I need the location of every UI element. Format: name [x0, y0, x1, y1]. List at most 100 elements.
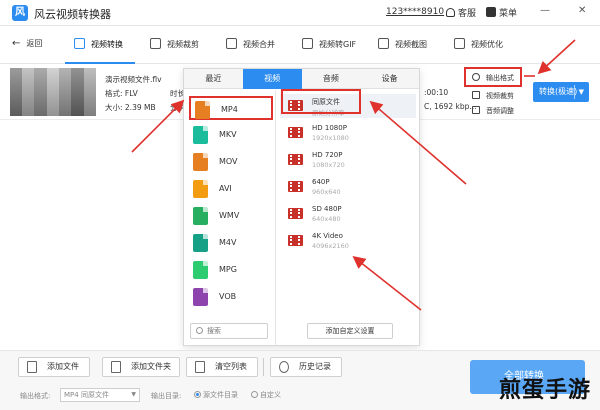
tab-label: 视频截图: [395, 40, 427, 49]
tab-video[interactable]: 视频: [242, 69, 302, 89]
format-label: VOB: [219, 292, 237, 301]
tab-video-crop[interactable]: 视频裁剪: [150, 38, 199, 50]
format-item-m4v[interactable]: M4V: [189, 231, 273, 255]
file-icon: [27, 361, 37, 373]
format-label: WMV: [219, 211, 240, 220]
watermark-text: 煎蛋手游: [499, 377, 592, 403]
gif-icon: [302, 38, 313, 49]
convert-button-label: 转换(极速): [539, 87, 578, 96]
radio-dot: [194, 391, 201, 398]
radio-custom-label: 自定义: [260, 391, 281, 399]
menu-icon: [486, 7, 496, 17]
file-format-icon: [195, 101, 210, 119]
quality-item[interactable]: HD 720P 1080x720: [280, 148, 416, 172]
format-search[interactable]: [190, 323, 268, 339]
quality-item[interactable]: 640P 960x640: [280, 175, 416, 199]
file-format-icon: [193, 180, 208, 198]
file-size: 大小: 2.39 MB: [105, 103, 156, 112]
format-item-mp4[interactable]: MP4: [189, 96, 273, 120]
output-format-value: MP4 同原文件: [64, 391, 109, 399]
film-icon: [288, 154, 303, 165]
output-format-label: 输出格式:: [20, 392, 51, 400]
tab-video-convert[interactable]: 视频转换: [74, 38, 123, 50]
merge-icon: [226, 38, 237, 49]
convert-button[interactable]: 转换(极速) ▼: [533, 82, 589, 102]
toolbar: ← 返回 视频转换 视频裁剪 视频合并 视频转GIF 视频截图 视频优化: [0, 26, 600, 64]
clock-icon: [279, 361, 289, 373]
quality-name: 4K Video: [312, 232, 343, 240]
format-label: AVI: [219, 184, 232, 193]
tab-label: 视频转换: [91, 40, 123, 49]
scissors-icon: [472, 91, 480, 99]
app-title: 风云视频转换器: [34, 8, 111, 21]
quality-resolution: 1080x720: [312, 161, 345, 169]
file-duration: :00:10: [424, 88, 449, 97]
button-separator: [574, 85, 575, 99]
file-format-icon: [193, 207, 208, 225]
back-button[interactable]: ← 返回: [12, 38, 42, 49]
quality-item[interactable]: HD 1080P 1920x1080: [280, 121, 416, 145]
tab-video-merge[interactable]: 视频合并: [226, 38, 275, 50]
format-item-vob[interactable]: VOB: [189, 285, 273, 309]
format-item-mpg[interactable]: MPG: [189, 258, 273, 282]
chevron-down-icon[interactable]: ▼: [579, 82, 584, 102]
file-format-icon: [193, 288, 208, 306]
quality-item[interactable]: SD 480P 640x480: [280, 202, 416, 226]
customer-service-button[interactable]: 客服: [446, 6, 476, 19]
tab-video-screenshot[interactable]: 视频截图: [378, 38, 427, 50]
add-folder-button[interactable]: 添加文件夹: [102, 357, 180, 377]
menu-button[interactable]: 菜单: [486, 6, 517, 19]
headset-icon: [446, 8, 455, 17]
video-crop-button[interactable]: 视频裁剪: [472, 91, 514, 101]
quality-resolution: 4096x2160: [312, 242, 349, 250]
clear-list-button[interactable]: 清空列表: [186, 357, 258, 377]
folder-icon: [111, 361, 121, 373]
quality-name: HD 1080P: [312, 124, 347, 132]
film-icon: [288, 208, 303, 219]
app-logo-icon: 风: [12, 5, 28, 21]
user-account-link[interactable]: 123****8910: [386, 7, 444, 17]
sliders-icon: [454, 38, 465, 49]
history-button[interactable]: 历史记录: [270, 357, 342, 377]
search-icon: [196, 327, 203, 334]
quality-resolution: 1920x1080: [312, 134, 349, 142]
radio-source-dir[interactable]: 源文件目录: [194, 390, 238, 400]
format-item-mov[interactable]: MOV: [189, 150, 273, 174]
format-item-wmv[interactable]: WMV: [189, 204, 273, 228]
add-custom-setting-button[interactable]: 添加自定义设置: [307, 323, 393, 339]
format-search-input[interactable]: [207, 325, 265, 337]
tab-audio[interactable]: 音频: [302, 69, 361, 89]
quality-item[interactable]: 4K Video 4096x2160: [280, 229, 416, 253]
output-format-select[interactable]: MP4 同原文件 ▼: [60, 388, 140, 402]
radio-dot: [251, 391, 258, 398]
minimize-button[interactable]: —: [540, 5, 550, 16]
radio-custom-dir[interactable]: 自定义: [251, 390, 281, 400]
trash-icon: [195, 361, 205, 373]
audio-adjust-button[interactable]: 音频调整: [472, 106, 514, 116]
file-bitrate: C, 1692 kbp...: [424, 102, 477, 111]
clear-list-label: 清空列表: [215, 362, 247, 371]
radio-source-label: 源文件目录: [203, 391, 238, 399]
tab-recent[interactable]: 最近: [184, 69, 243, 89]
format-list: MP4 MKV MOV AVI WMV M4V MPG VOB: [184, 90, 276, 345]
close-button[interactable]: ✕: [578, 5, 586, 16]
tab-label: 视频转GIF: [319, 40, 357, 49]
convert-icon: [74, 38, 85, 49]
back-arrow-icon: ←: [12, 38, 21, 49]
quality-name: SD 480P: [312, 205, 342, 213]
add-file-button[interactable]: 添加文件: [18, 357, 90, 377]
tab-label: 视频合并: [243, 40, 275, 49]
file-format-icon: [193, 126, 208, 144]
music-note-icon: [472, 106, 480, 114]
tab-label: 视频优化: [471, 40, 503, 49]
tab-label: 视频裁剪: [167, 40, 199, 49]
chevron-down-icon: ▼: [131, 391, 136, 398]
tab-video-to-gif[interactable]: 视频转GIF: [302, 38, 356, 50]
tab-device[interactable]: 设备: [360, 69, 419, 89]
format-item-avi[interactable]: AVI: [189, 177, 273, 201]
menu-label: 菜单: [499, 9, 518, 19]
format-item-mkv[interactable]: MKV: [189, 123, 273, 147]
quality-highlight: [281, 89, 361, 114]
format-tabs: 最近 视频 音频 设备: [184, 69, 419, 89]
tab-video-optimize[interactable]: 视频优化: [454, 38, 503, 50]
